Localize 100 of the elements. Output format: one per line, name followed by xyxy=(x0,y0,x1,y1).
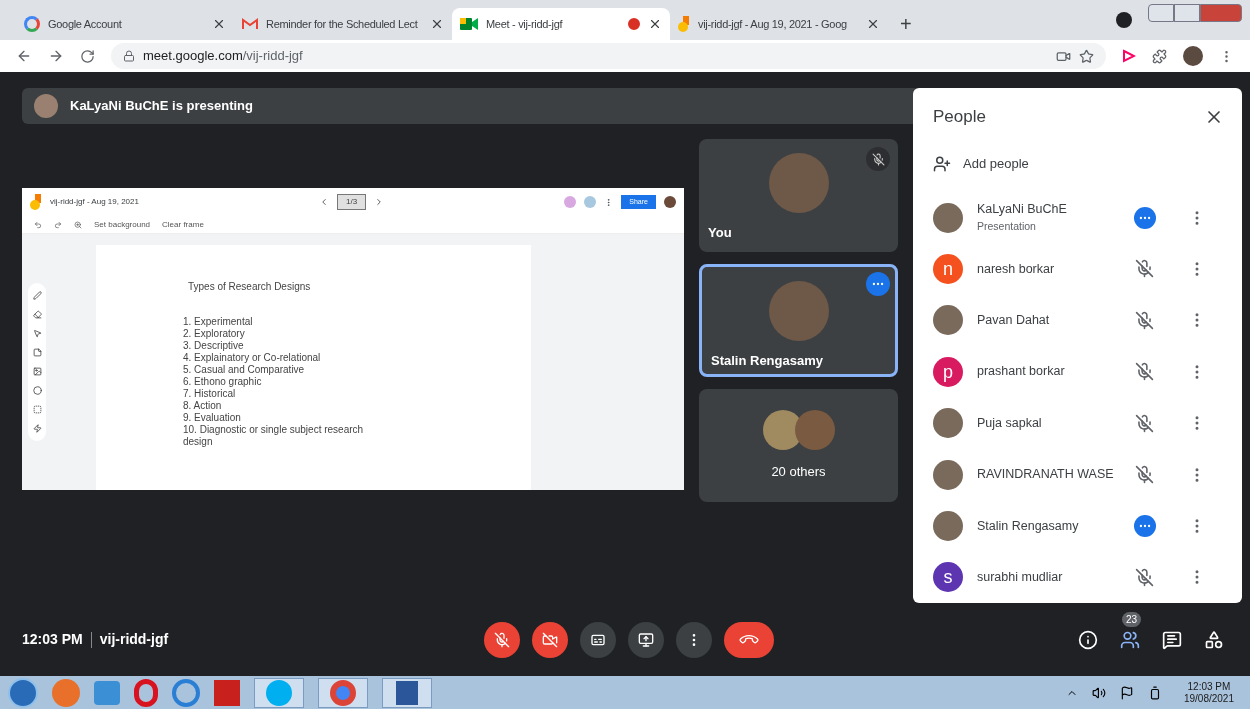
avatar-photo-placeholder xyxy=(933,305,963,336)
toolbar-button[interactable]: Clear frame xyxy=(162,218,204,231)
extensions-icon[interactable] xyxy=(1152,48,1167,64)
close-icon[interactable] xyxy=(648,17,662,31)
participant-name: Stalin Rengasamy xyxy=(977,517,1080,535)
participant-row[interactable]: RAVINDRANATH WASE xyxy=(933,448,1224,501)
pdf-reader-icon[interactable] xyxy=(214,679,240,706)
avatar-photo-placeholder xyxy=(933,408,963,439)
clock-text: 12:03 PM xyxy=(22,630,83,649)
tab-title: vij-ridd-jgf - Aug 19, 2021 - Goog xyxy=(698,16,848,32)
participant-name: naresh borkar xyxy=(977,260,1056,278)
participant-row[interactable]: n naresh borkar xyxy=(933,243,1224,295)
slide-list-item: 8. Action xyxy=(183,400,223,412)
slide-title: Types of Research Designs xyxy=(187,280,312,294)
document-title: vij-ridd-jgf - Aug 19, 2021 xyxy=(50,196,139,208)
chat-icon[interactable] xyxy=(1162,629,1182,650)
volume-icon[interactable] xyxy=(1091,685,1106,700)
back-icon[interactable] xyxy=(16,48,32,64)
add-people-button[interactable]: Add people xyxy=(933,145,1224,182)
initial-avatar: p xyxy=(933,356,963,387)
tile-name: You xyxy=(707,224,732,242)
flag-icon[interactable] xyxy=(1119,685,1134,700)
avatar-photo-placeholder xyxy=(794,409,835,450)
frame-counter[interactable]: 1/3 xyxy=(337,194,367,210)
browser-tab[interactable]: Google Account xyxy=(16,8,234,40)
avatar-photo-placeholder xyxy=(933,202,963,233)
participant-row[interactable]: Stalin Rengasamy xyxy=(933,500,1224,552)
undo-icon[interactable] xyxy=(34,220,42,229)
captions-button[interactable] xyxy=(580,621,616,658)
play-arrow-icon[interactable] xyxy=(1122,49,1136,63)
mail-logo-icon xyxy=(242,18,258,30)
address-field[interactable]: meet.google.com/vij-ridd-jgf xyxy=(111,43,1106,69)
tab-title: Reminder for the Scheduled Lect xyxy=(266,16,419,32)
toolbar-button[interactable]: Set background xyxy=(94,218,151,231)
participant-name: Puja sapkal xyxy=(977,414,1043,432)
google-logo-icon xyxy=(24,16,40,32)
window-controls-drawing[interactable] xyxy=(1148,4,1242,22)
camera-off-icon xyxy=(542,631,558,648)
microphone-button[interactable] xyxy=(484,621,520,658)
people-icon[interactable] xyxy=(1120,629,1140,650)
profile-dropdown-icon[interactable] xyxy=(1116,12,1132,28)
reload-icon[interactable] xyxy=(80,48,95,64)
eraser-icon[interactable] xyxy=(32,310,42,319)
participant-name: prashant borkar xyxy=(977,363,1066,381)
close-icon[interactable] xyxy=(866,17,880,31)
participant-row[interactable]: KaLyaNi BuChE Presentation xyxy=(933,191,1224,244)
participant-tile[interactable]: Stalin Rengasamy xyxy=(699,264,898,377)
pointer-icon[interactable] xyxy=(32,329,42,338)
profile-avatar[interactable] xyxy=(1183,46,1203,66)
forward-icon[interactable] xyxy=(48,48,64,64)
present-screen-icon xyxy=(638,631,654,648)
taskbar-date: 19/08/2021 xyxy=(1183,692,1234,705)
tile-name: 20 others xyxy=(771,462,826,481)
browser-tab[interactable]: vij-ridd-jgf - Aug 19, 2021 - Goog xyxy=(670,8,888,40)
user-avatar xyxy=(564,196,577,208)
redo-icon[interactable] xyxy=(54,220,62,229)
participant-row[interactable]: p prashant borkar xyxy=(933,346,1224,398)
tile-name: Stalin Rengasamy xyxy=(710,352,823,370)
chrome-browser-icon[interactable] xyxy=(318,677,368,708)
document-app-icon[interactable] xyxy=(382,677,432,708)
camera-button[interactable] xyxy=(532,621,568,658)
close-icon[interactable] xyxy=(212,17,226,31)
image-icon[interactable] xyxy=(32,367,42,376)
activities-icon[interactable] xyxy=(1204,629,1224,650)
slide-list-item: 10. Diagnostic or single subject research design xyxy=(183,424,365,448)
zoom-icon[interactable] xyxy=(74,220,82,229)
present-button[interactable] xyxy=(628,621,664,658)
frame-icon[interactable] xyxy=(32,405,42,414)
participant-row[interactable]: s surabhi mudliar xyxy=(933,551,1224,603)
slide-list-item: 6. Ethono graphic xyxy=(183,376,263,388)
star-icon[interactable] xyxy=(1079,48,1094,64)
taskbar-time: 12:03 PM xyxy=(1187,680,1231,693)
url-text: meet.google.com/vij-ridd-jgf xyxy=(143,47,303,66)
panel-title: People xyxy=(933,106,986,129)
microphone-off-icon xyxy=(494,631,510,648)
participant-row[interactable]: Puja sapkal xyxy=(933,397,1224,449)
close-icon[interactable] xyxy=(430,17,444,31)
new-tab-button[interactable]: + xyxy=(888,8,924,40)
slide-list-item: 2. Exploratory xyxy=(183,328,246,340)
jamboard-logo-icon xyxy=(30,194,42,210)
avatar-photo-placeholder xyxy=(933,459,963,490)
start-button[interactable] xyxy=(8,677,38,708)
circle-icon[interactable] xyxy=(32,386,42,395)
jamboard-logo-icon xyxy=(678,16,690,32)
initial-avatar: n xyxy=(933,253,963,284)
avatar-photo-placeholder xyxy=(664,196,676,208)
leave-call-button[interactable] xyxy=(724,621,774,658)
participant-subtitle: Presentation xyxy=(977,219,1037,235)
participant-tile[interactable]: You xyxy=(699,139,898,252)
participant-name: RAVINDRANATH WASE xyxy=(977,466,1115,484)
user-avatar xyxy=(584,196,597,208)
pen-icon[interactable] xyxy=(32,291,42,300)
browser-tab[interactable]: Meet - vij-ridd-jgf xyxy=(452,8,670,40)
browser-tab[interactable]: Reminder for the Scheduled Lect xyxy=(234,8,452,40)
participant-tile[interactable]: 20 others xyxy=(699,389,898,502)
participant-name: Pavan Dahat xyxy=(977,311,1051,329)
laser-icon[interactable] xyxy=(32,424,42,433)
sticky-note-icon[interactable] xyxy=(32,348,42,357)
info-icon[interactable] xyxy=(1078,629,1098,650)
participant-row[interactable]: Pavan Dahat xyxy=(933,294,1224,347)
